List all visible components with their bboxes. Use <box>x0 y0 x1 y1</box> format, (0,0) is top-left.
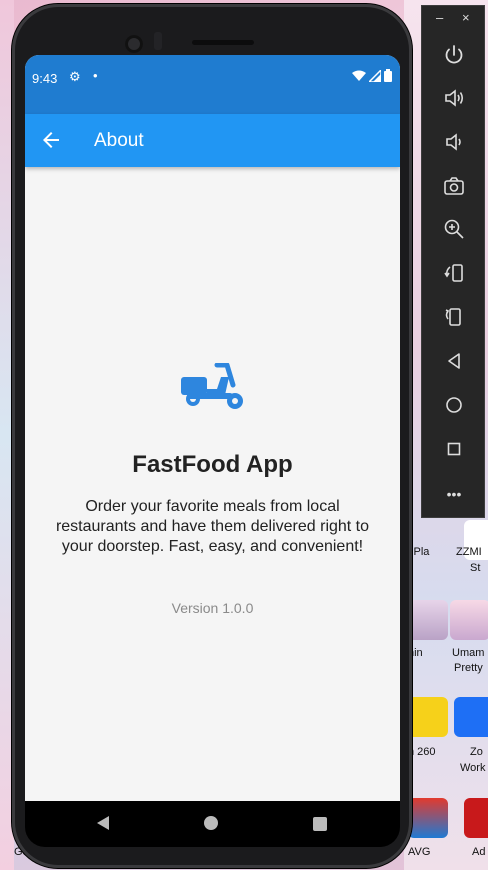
more-options-icon[interactable]: ••• <box>442 482 466 506</box>
screenshot-button[interactable] <box>442 174 466 198</box>
square-overview-icon <box>447 442 461 456</box>
rotate-right-button[interactable] <box>442 305 466 329</box>
app-bar: About <box>25 114 400 167</box>
home-button[interactable] <box>442 393 466 417</box>
desktop-app-icon[interactable] <box>408 600 448 640</box>
desktop-label: Pretty <box>454 662 483 674</box>
phone-screen: 9:43 ⚙ • About FastFood App Order your f… <box>25 55 400 801</box>
back-button[interactable] <box>442 349 466 373</box>
app-name-heading: FastFood App <box>132 451 293 478</box>
desktop-app-icon[interactable] <box>464 798 488 838</box>
emulator-toolbar: – × ••• <box>421 5 485 518</box>
delivery-scooter-icon <box>181 363 243 409</box>
settings-icon: ⚙ <box>69 69 81 84</box>
about-content: FastFood App Order your favorite meals f… <box>25 167 400 801</box>
rotate-left-icon <box>444 264 463 282</box>
desktop-label: Zo <box>470 746 483 758</box>
front-camera <box>125 35 143 53</box>
cellular-signal-icon <box>369 69 381 82</box>
desktop-label: n 260 <box>408 746 436 758</box>
volume-down-button[interactable] <box>442 130 466 154</box>
desktop-app-icon[interactable] <box>454 697 488 737</box>
back-arrow-icon[interactable] <box>39 128 63 152</box>
page-title: About <box>94 130 144 151</box>
power-button[interactable] <box>442 43 466 67</box>
desktop-label: Ad <box>472 846 486 858</box>
desktop-app-icon[interactable] <box>408 798 448 838</box>
volume-up-icon <box>445 89 464 107</box>
volume-up-button[interactable] <box>442 86 466 110</box>
triangle-back-icon <box>448 353 460 369</box>
android-nav-bar <box>25 801 400 847</box>
power-icon <box>445 45 463 64</box>
desktop-label: ZZMI <box>456 546 482 558</box>
nav-recents-icon[interactable] <box>313 817 327 831</box>
status-bar: 9:43 ⚙ • <box>25 55 400 114</box>
desktop-label: Umam <box>452 647 485 659</box>
rotate-left-button[interactable] <box>442 261 466 285</box>
battery-icon <box>384 69 392 82</box>
zoom-in-icon <box>444 219 464 239</box>
minimize-icon[interactable]: – <box>436 10 443 25</box>
earpiece-speaker <box>192 40 254 45</box>
circle-home-icon <box>446 397 462 413</box>
wifi-icon <box>352 70 366 81</box>
volume-down-icon <box>446 133 461 151</box>
emulator-window-controls: – × <box>422 6 486 32</box>
overview-button[interactable] <box>442 437 466 461</box>
status-indicators <box>352 69 392 82</box>
status-time: 9:43 <box>32 71 58 86</box>
camera-icon <box>444 177 464 195</box>
desktop-label: AVG <box>408 846 431 858</box>
desktop-app-icon[interactable] <box>408 697 448 737</box>
close-icon[interactable]: × <box>462 10 470 25</box>
rotate-right-icon <box>445 308 461 326</box>
camera-sensor <box>154 32 162 50</box>
app-description: Order your favorite meals from local res… <box>55 498 370 555</box>
desktop-label: Work <box>460 762 486 774</box>
desktop-label: St <box>470 562 481 574</box>
nav-back-icon[interactable] <box>95 815 111 831</box>
zoom-button[interactable] <box>442 217 466 241</box>
app-version: Version 1.0.0 <box>171 600 254 616</box>
desktop-app-icon[interactable] <box>450 600 488 640</box>
nav-home-icon[interactable] <box>204 816 218 830</box>
notification-dot-icon: • <box>93 68 98 83</box>
